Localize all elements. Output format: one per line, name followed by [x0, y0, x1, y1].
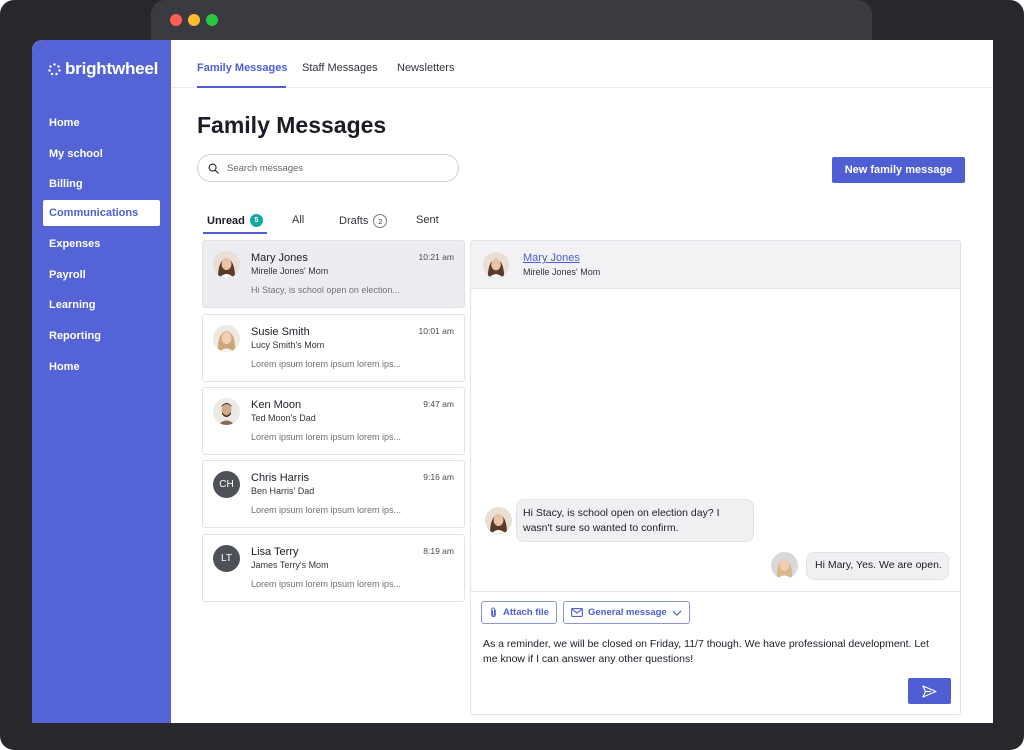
filter-tab-label: Unread — [207, 214, 245, 227]
conversation-name: Susie Smith — [251, 326, 310, 338]
avatar — [213, 398, 240, 425]
filter-tab-label: All — [292, 214, 305, 226]
brightwheel-logo-icon — [48, 62, 61, 75]
conversation-item[interactable]: Susie Smith Lucy Smith's Mom 10:01 am Lo… — [202, 314, 465, 382]
conversation-relation: James Terry's Mom — [251, 560, 329, 570]
conversation-time: 10:21 am — [418, 252, 454, 262]
avatar — [771, 552, 798, 579]
top-navigation: Family Messages Staff Messages Newslette… — [171, 40, 993, 88]
conversation-item[interactable]: Ken Moon Ted Moon's Dad 9:47 am Lorem ip… — [202, 387, 465, 455]
avatar-initials: CH — [213, 471, 240, 498]
filter-tab-all[interactable]: All — [292, 214, 304, 226]
message-draft-textarea[interactable]: As a reminder, we will be closed on Frid… — [483, 637, 943, 667]
sidebar-item-home-2[interactable]: Home — [43, 354, 160, 380]
conversation-relation: Lucy Smith's Mom — [251, 340, 325, 350]
brand-logo[interactable]: brightwheel — [48, 59, 158, 79]
conversation-name: Ken Moon — [251, 399, 302, 411]
avatar — [485, 507, 512, 534]
person-photo-icon — [213, 398, 240, 425]
conversation-item[interactable]: CH Chris Harris Ben Harris' Dad 9:16 am … — [202, 460, 465, 528]
conversation-relation: Ben Harris' Dad — [251, 486, 315, 496]
chat-header: Mary Jones Mirelle Jones' Mom — [471, 241, 960, 289]
chevron-down-icon — [672, 610, 682, 616]
conversation-time: 8:19 am — [423, 546, 454, 556]
conversation-time: 10:01 am — [418, 326, 454, 336]
window-maximize-button[interactable] — [206, 14, 218, 26]
window-close-button[interactable] — [170, 14, 182, 26]
app-screen: brightwheel Home My school Billing Commu… — [32, 40, 993, 723]
conversation-item[interactable]: LT Lisa Terry James Terry's Mom 8:19 am … — [202, 534, 465, 602]
person-photo-icon — [771, 552, 798, 579]
conversation-time: 9:16 am — [423, 472, 454, 482]
conversation-preview: Lorem ipsum lorem ipsum lorem ips... — [251, 505, 402, 515]
conversation-relation: Ted Moon's Dad — [251, 413, 316, 423]
unread-count-badge: 5 — [249, 214, 263, 227]
avatar — [483, 252, 509, 278]
conversation-item[interactable]: Mary Jones Mirelle Jones' Mom 10:21 am H… — [202, 240, 465, 308]
paperclip-icon — [491, 607, 496, 618]
attach-file-button[interactable]: Attach file — [481, 601, 557, 624]
chat-contact-relation: Mirelle Jones' Mom — [523, 267, 601, 277]
tab-staff-messages[interactable]: Staff Messages — [302, 62, 378, 74]
envelope-icon — [571, 608, 583, 617]
person-photo-icon — [483, 252, 509, 278]
page-title: Family Messages — [197, 112, 387, 138]
new-family-message-button[interactable]: New family message — [832, 157, 965, 183]
main-content: Family Messages Staff Messages Newslette… — [171, 40, 993, 723]
outgoing-message-bubble: Hi Mary, Yes. We are open. — [806, 552, 949, 580]
conversation-preview: Hi Stacy, is school open on election... — [251, 285, 400, 295]
conversation-preview: Lorem ipsum lorem ipsum lorem ips... — [251, 579, 402, 589]
sidebar-item-communications[interactable]: Communications — [43, 200, 160, 226]
filter-tab-unread[interactable]: Unread 5 — [207, 214, 263, 227]
message-type-label: General message — [588, 607, 667, 618]
window-titlebar — [151, 0, 872, 44]
send-icon — [922, 684, 937, 698]
window-minimize-button[interactable] — [188, 14, 200, 26]
sidebar-item-learning[interactable]: Learning — [43, 292, 160, 318]
chat-panel: Mary Jones Mirelle Jones' Mom Hi Stacy, … — [470, 240, 961, 715]
sidebar-item-payroll[interactable]: Payroll — [43, 262, 160, 288]
person-photo-icon — [213, 325, 240, 352]
conversation-preview: Lorem ipsum lorem ipsum lorem ips... — [251, 359, 402, 369]
conversation-time: 9:47 am — [423, 399, 454, 409]
chat-contact-name-link[interactable]: Mary Jones — [523, 252, 580, 264]
sidebar-item-my-school[interactable]: My school — [43, 141, 160, 167]
attach-file-label: Attach file — [503, 607, 549, 618]
sidebar-item-reporting[interactable]: Reporting — [43, 323, 160, 349]
sidebar-item-home[interactable]: Home — [43, 110, 160, 136]
sidebar-item-billing[interactable]: Billing — [43, 171, 160, 197]
active-filter-indicator — [203, 232, 267, 234]
avatar — [213, 251, 240, 278]
send-button[interactable] — [908, 678, 951, 704]
active-tab-indicator — [197, 86, 286, 88]
sidebar: brightwheel Home My school Billing Commu… — [32, 40, 171, 723]
tab-family-messages[interactable]: Family Messages — [197, 62, 288, 74]
drafts-count-badge: 2 — [373, 214, 388, 228]
avatar-initials: LT — [213, 545, 240, 572]
avatar — [213, 325, 240, 352]
filter-tab-drafts[interactable]: Drafts 2 — [339, 214, 388, 228]
filter-tab-label: Drafts — [339, 215, 369, 227]
filter-tab-label: Sent — [416, 214, 439, 226]
conversation-name: Mary Jones — [251, 252, 308, 264]
conversation-name: Lisa Terry — [251, 546, 299, 558]
search-box[interactable] — [197, 154, 459, 182]
conversation-name: Chris Harris — [251, 472, 310, 484]
search-icon — [208, 163, 219, 174]
incoming-message-bubble: Hi Stacy, is school open on election day… — [516, 499, 754, 542]
sidebar-item-expenses[interactable]: Expenses — [43, 231, 160, 257]
brand-name: brightwheel — [65, 59, 159, 78]
person-photo-icon — [213, 251, 240, 278]
search-input[interactable] — [227, 162, 427, 174]
conversation-relation: Mirelle Jones' Mom — [251, 266, 329, 276]
conversation-preview: Lorem ipsum lorem ipsum lorem ips... — [251, 432, 402, 442]
person-photo-icon — [485, 507, 512, 534]
filter-tab-sent[interactable]: Sent — [416, 214, 439, 226]
message-type-select[interactable]: General message — [563, 601, 690, 624]
message-composer: Attach file General message As a reminde… — [471, 591, 960, 714]
tab-newsletters[interactable]: Newsletters — [397, 62, 454, 74]
